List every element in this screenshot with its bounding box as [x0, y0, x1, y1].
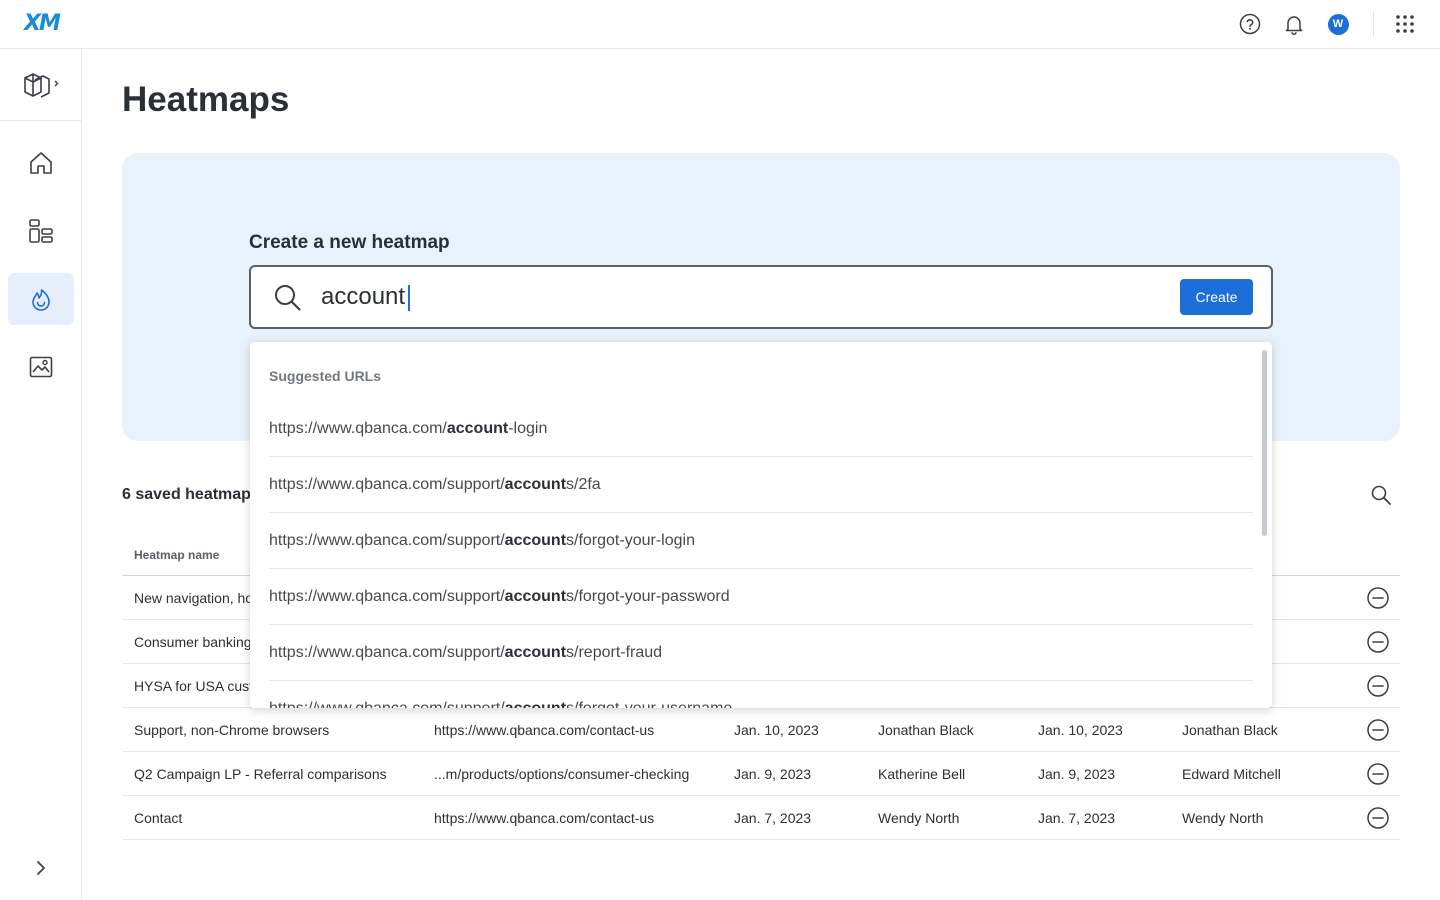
- url-match-highlight: account: [504, 476, 567, 493]
- url-prefix: https://www.qbanca.com/support/: [269, 476, 505, 493]
- remove-circle-icon[interactable]: [1366, 586, 1390, 610]
- url-prefix: https://www.qbanca.com/support/: [269, 700, 505, 708]
- row-name: Support, non-Chrome browsers: [134, 722, 330, 738]
- chart-image-icon: [29, 356, 53, 378]
- column-header-name[interactable]: Heatmap name: [134, 548, 219, 562]
- url-prefix: https://www.qbanca.com/support/: [269, 644, 505, 661]
- row-created-date: Jan. 10, 2023: [734, 722, 819, 738]
- remove-circle-icon[interactable]: [1366, 630, 1390, 654]
- row-name: Q2 Campaign LP - Referral comparisons: [134, 766, 387, 782]
- row-url: ...m/products/options/consumer-checking: [434, 766, 690, 782]
- suggested-url-text: https://www.qbanca.com/support/accounts/…: [269, 588, 730, 606]
- row-name: HYSA for USA cust: [134, 678, 254, 694]
- url-prefix: https://www.qbanca.com/support/: [269, 588, 505, 605]
- row-url: https://www.qbanca.com/contact-us: [434, 722, 655, 738]
- suggested-urls-header: Suggested URLs: [269, 368, 382, 384]
- row-modified-date: Jan. 7, 2023: [1038, 810, 1116, 826]
- help-icon[interactable]: [1237, 11, 1263, 37]
- row-creator: Jonathan Black: [878, 722, 974, 738]
- apps-grid-icon[interactable]: [1392, 11, 1418, 37]
- table-row[interactable]: Support, non-Chrome browsers https://www.…: [122, 708, 1400, 752]
- user-avatar[interactable]: W: [1325, 11, 1351, 37]
- suggested-urls-list: https://www.qbanca.com/account-login http…: [269, 401, 1253, 708]
- suggested-url-text: https://www.qbanca.com/account-login: [269, 420, 547, 438]
- url-search-input[interactable]: [321, 281, 1121, 313]
- page-title: Heatmaps: [122, 80, 290, 119]
- suggested-url-item[interactable]: https://www.qbanca.com/support/accounts/…: [269, 569, 1253, 625]
- suggested-url-item[interactable]: https://www.qbanca.com/support/accounts/…: [269, 625, 1253, 681]
- create-button[interactable]: Create: [1180, 279, 1253, 315]
- sidebar-expand-button[interactable]: [28, 855, 54, 881]
- row-modified-by: Jonathan Black: [1182, 722, 1278, 738]
- row-created-date: Jan. 7, 2023: [734, 810, 812, 826]
- suggested-url-item[interactable]: https://www.qbanca.com/support/accounts/…: [269, 681, 1253, 708]
- sidebar-item-heatmaps[interactable]: [8, 273, 74, 325]
- row-creator: Wendy North: [878, 810, 960, 826]
- suggested-url-item[interactable]: https://www.qbanca.com/account-login: [269, 401, 1253, 457]
- table-row[interactable]: Q2 Campaign LP - Referral comparisons...…: [122, 752, 1400, 796]
- dashboard-blocks-icon: [29, 219, 53, 243]
- suggested-urls-dropdown: Suggested URLs https://www.qbanca.com/ac…: [250, 342, 1272, 708]
- url-suffix: s/2fa: [566, 476, 601, 493]
- remove-circle-icon[interactable]: [1366, 762, 1390, 786]
- url-match-highlight: account: [446, 420, 509, 437]
- text-caret: [408, 285, 410, 311]
- avatar-initial: W: [1327, 13, 1349, 35]
- suggested-url-text: https://www.qbanca.com/support/accounts/…: [269, 644, 662, 662]
- row-modified-date: Jan. 9, 2023: [1038, 766, 1116, 782]
- suggested-url-text: https://www.qbanca.com/support/accounts/…: [269, 700, 732, 708]
- row-modified-by: Edward Mitchell: [1182, 766, 1281, 782]
- flame-icon: [32, 289, 50, 311]
- xm-logo[interactable]: XM: [24, 11, 61, 36]
- remove-circle-icon[interactable]: [1366, 718, 1390, 742]
- create-heatmap-label: Create a new heatmap: [249, 232, 450, 253]
- table-row[interactable]: Contact https://www.qbanca.com/contact-us…: [122, 796, 1400, 840]
- url-match-highlight: account: [504, 588, 567, 605]
- url-match-highlight: account: [504, 532, 567, 549]
- sidebar: [0, 49, 82, 900]
- row-modified-by: Wendy North: [1182, 810, 1264, 826]
- top-bar: XM W: [0, 0, 1440, 49]
- row-creator: Katherine Bell: [878, 766, 966, 782]
- product-switcher[interactable]: [0, 49, 81, 121]
- sidebar-item-dashboards[interactable]: [8, 205, 74, 257]
- sidebar-item-reports[interactable]: [8, 341, 74, 393]
- url-suffix: s/forgot-your-login: [566, 532, 695, 549]
- url-suffix: -login: [508, 420, 548, 437]
- bell-icon[interactable]: [1281, 11, 1307, 37]
- row-modified-date: Jan. 10, 2023: [1038, 722, 1123, 738]
- row-created-date: Jan. 9, 2023: [734, 766, 812, 782]
- remove-circle-icon[interactable]: [1366, 806, 1390, 830]
- url-suffix: s/forgot-your-username: [566, 700, 732, 708]
- row-name: Consumer banking: [134, 634, 252, 650]
- saved-heatmaps-count: 6 saved heatmaps: [122, 486, 260, 503]
- url-search-box[interactable]: Create: [249, 265, 1273, 329]
- suggested-url-text: https://www.qbanca.com/support/accounts/…: [269, 532, 695, 550]
- row-name: Contact: [134, 810, 183, 826]
- url-suffix: s/forgot-your-password: [566, 588, 730, 605]
- topbar-actions: W: [1219, 11, 1418, 37]
- topbar-divider: [1373, 11, 1374, 37]
- suggested-url-text: https://www.qbanca.com/support/accounts/…: [269, 476, 601, 494]
- url-suffix: s/report-fraud: [566, 644, 663, 661]
- url-prefix: https://www.qbanca.com/: [269, 420, 447, 437]
- dropdown-scrollbar[interactable]: [1262, 350, 1267, 536]
- chevron-right-icon: [37, 861, 45, 875]
- url-match-highlight: account: [504, 644, 567, 661]
- remove-circle-icon[interactable]: [1366, 674, 1390, 698]
- suggested-url-item[interactable]: https://www.qbanca.com/support/accounts/…: [269, 513, 1253, 569]
- product-cube-icon: [23, 72, 58, 98]
- row-url: https://www.qbanca.com/contact-us: [434, 810, 655, 826]
- search-icon: [273, 283, 303, 313]
- sidebar-item-home[interactable]: [8, 137, 74, 189]
- url-prefix: https://www.qbanca.com/support/: [269, 532, 505, 549]
- table-search-icon[interactable]: [1370, 484, 1394, 508]
- suggested-url-item[interactable]: https://www.qbanca.com/support/accounts/…: [269, 457, 1253, 513]
- url-match-highlight: account: [505, 700, 566, 708]
- home-icon: [30, 152, 52, 174]
